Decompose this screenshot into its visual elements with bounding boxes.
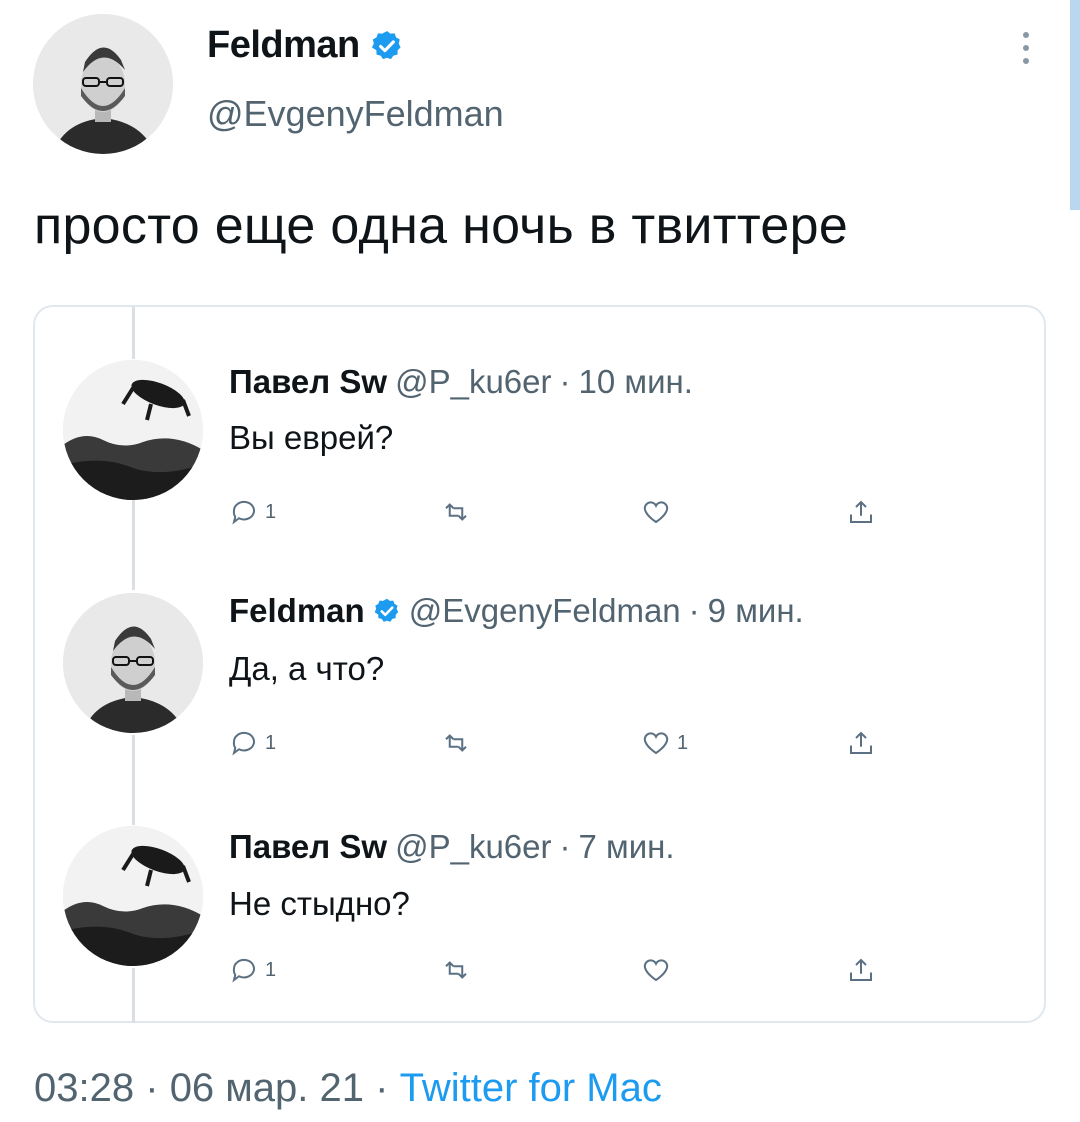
reply-time[interactable]: 9 мин. [708,592,804,630]
reply-icon [232,958,255,983]
scrollbar[interactable] [1070,0,1080,210]
share-icon [850,731,872,754]
like-count: 1 [677,731,689,754]
reply-avatar[interactable] [63,360,203,500]
share-icon [850,500,872,523]
reply-action[interactable]: 1 [229,955,276,985]
like-action[interactable] [641,955,677,985]
reply-header: Feldman @EvgenyFeldman · 9 мин. [229,592,804,630]
share-action[interactable] [846,728,876,758]
like-action[interactable]: 1 [641,728,688,758]
reply-author-name[interactable]: Павел Sw [229,828,387,866]
retweet-icon [445,961,467,979]
separator: · [688,592,700,629]
reply-count: 1 [265,958,277,981]
like-action[interactable] [641,497,677,527]
tweet-source-link[interactable]: Twitter for Mac [400,1066,662,1110]
share-action[interactable] [846,497,876,527]
separator: · [559,363,571,400]
verified-badge-icon [370,29,404,63]
verified-badge-icon [373,597,401,625]
tweet-timestamp: 03:28 · 06 мар. 21 · Twitter for Mac [34,1066,662,1111]
reply-author-handle[interactable]: @P_ku6er [395,828,551,866]
heart-icon [643,732,669,755]
reply-header: Павел Sw @P_ku6er · 10 мин. [229,363,693,401]
reply-author-name[interactable]: Feldman [229,592,365,630]
reply-time[interactable]: 7 мин. [579,828,675,866]
thread-line [132,307,135,359]
reply-icon [232,500,255,525]
tweet-date[interactable]: 06 мар. 21 [170,1066,364,1110]
reply-action[interactable]: 1 [229,728,276,758]
retweet-icon [445,734,467,752]
reply-header: Павел Sw @P_ku6er · 7 мин. [229,828,675,866]
thread-line [132,500,135,590]
thread-line [132,968,135,1023]
retweet-action[interactable] [441,497,477,527]
reply-text: Вы еврей? [229,419,394,456]
retweet-action[interactable] [441,955,477,985]
retweet-action[interactable] [441,728,477,758]
reply-author-handle[interactable]: @P_ku6er [395,363,551,401]
author-handle[interactable]: @EvgenyFeldman [207,93,504,135]
reply-author-handle[interactable]: @EvgenyFeldman [409,592,681,630]
separator: · [375,1066,389,1110]
reply-action[interactable]: 1 [229,497,276,527]
share-action[interactable] [846,955,876,985]
reply-avatar[interactable] [63,826,203,966]
reply-avatar[interactable] [63,593,203,733]
reply-time[interactable]: 10 мин. [579,363,693,401]
heart-icon [643,959,669,982]
reply-text: Не стыдно? [229,885,410,922]
share-icon [850,958,872,981]
reply-author-name[interactable]: Павел Sw [229,363,387,401]
reply-text: Да, а что? [229,650,385,687]
author-avatar[interactable] [33,14,173,154]
more-icon[interactable] [1016,32,1036,72]
retweet-icon [445,503,467,521]
tweet-time[interactable]: 03:28 [34,1066,134,1110]
heart-icon [643,501,669,524]
reply-icon [232,731,255,756]
tweet-text: просто еще одна ночь в твиттере [34,197,849,255]
author-name-row[interactable]: Feldman [207,24,404,67]
reply-count: 1 [265,500,277,523]
thread-line [132,735,135,825]
separator: · [559,828,571,865]
separator: · [145,1066,159,1110]
author-name[interactable]: Feldman [207,24,360,67]
reply-count: 1 [265,731,277,754]
